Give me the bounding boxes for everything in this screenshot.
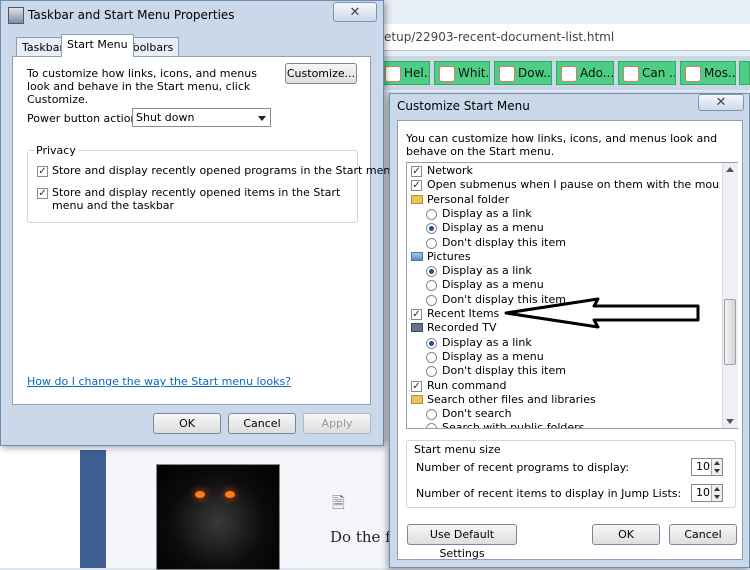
option-radio[interactable]	[426, 238, 437, 249]
avatar-eye	[195, 491, 205, 498]
options-container: ✓ Network ✓ Open submenus when I pause on t…	[0, 0, 720, 428]
option-label: Network	[427, 164, 473, 177]
scroll-up-icon[interactable]	[726, 167, 734, 172]
jump-list-label: Number of recent items to display in Jum…	[416, 487, 682, 500]
option-label: Display as a link	[442, 207, 532, 220]
avatar-eye	[225, 491, 235, 498]
tv-icon	[411, 323, 423, 332]
option-label: Open submenus when I pause on them with …	[427, 178, 720, 191]
option-label: Display as a link	[442, 336, 532, 349]
option-radio[interactable]	[426, 338, 437, 349]
post-text: Do the f	[330, 528, 391, 546]
customize-cancel-button[interactable]: Cancel	[669, 524, 737, 545]
option-radio[interactable]	[426, 366, 437, 377]
customize-ok-button[interactable]: OK	[592, 524, 660, 545]
option-label: Don't search	[442, 407, 512, 420]
options-scrollbar[interactable]	[722, 163, 738, 428]
option-label: Don't display this item	[442, 236, 566, 249]
option-radio[interactable]	[426, 352, 437, 363]
option-radio[interactable]	[426, 280, 437, 291]
spinner-arrows-icon[interactable]	[711, 485, 722, 501]
option-label: Search other files and libraries	[427, 393, 596, 406]
option-label: Personal folder	[427, 193, 510, 206]
spinner-arrows-icon[interactable]	[711, 459, 722, 475]
folder-icon	[411, 195, 423, 204]
option-radio[interactable]	[426, 223, 437, 234]
option-label: Don't display this item	[442, 364, 566, 377]
scroll-thumb[interactable]	[724, 299, 736, 365]
option-label: Display as a link	[442, 264, 532, 277]
recent-programs-spinner[interactable]: 10	[691, 458, 723, 476]
option-label: Recorded TV	[427, 321, 497, 334]
option-radio[interactable]	[426, 209, 437, 220]
option-checkbox[interactable]: ✓	[411, 166, 422, 177]
option-label: Pictures	[427, 250, 471, 263]
option-label: Run command	[427, 379, 507, 392]
document-icon: 🗎	[332, 493, 345, 512]
use-default-settings-button[interactable]: Use Default Settings	[407, 524, 517, 560]
option-radio[interactable]	[426, 409, 437, 420]
start-menu-size-heading: Start menu size	[412, 443, 503, 456]
bookmark-overflow[interactable]	[739, 61, 750, 85]
option-label: Display as a menu	[442, 278, 544, 291]
option-label: Search with public folders	[442, 421, 585, 428]
option-radio[interactable]	[426, 423, 437, 428]
folder-icon	[411, 395, 423, 404]
option-checkbox[interactable]: ✓	[411, 180, 422, 191]
scroll-down-icon[interactable]	[726, 419, 734, 424]
jump-list-spinner[interactable]: 10	[691, 484, 723, 502]
annotation-arrow-icon	[504, 297, 700, 329]
option-checkbox[interactable]: ✓	[411, 381, 422, 392]
option-radio[interactable]	[426, 266, 437, 277]
option-label: Display as a menu	[442, 350, 544, 363]
pictures-icon	[411, 252, 423, 261]
option-label: Display as a menu	[442, 221, 544, 234]
option-checkbox[interactable]: ✓	[411, 309, 422, 320]
tab-start-menu[interactable]: Start Menu	[61, 34, 134, 57]
option-radio[interactable]	[426, 295, 437, 306]
option-label: Recent Items	[427, 307, 500, 320]
user-avatar	[156, 464, 280, 570]
recent-programs-label: Number of recent programs to display:	[416, 461, 630, 474]
